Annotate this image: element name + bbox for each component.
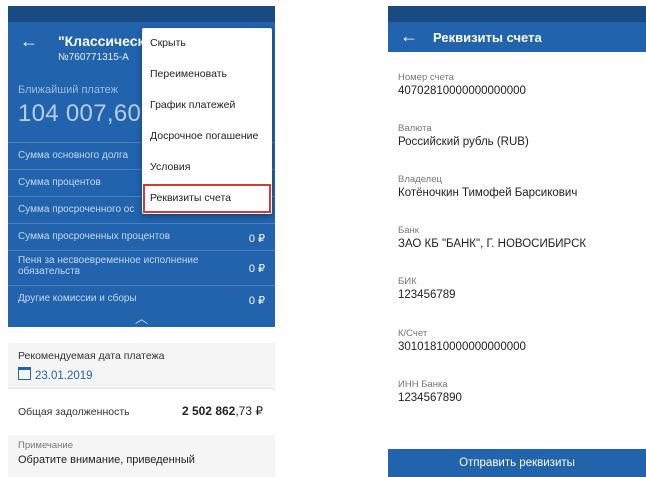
field-owner: Владелец Котёночкин Тимофей Барсикович — [398, 174, 577, 199]
field-label: Номер счета — [398, 72, 454, 83]
menu-item-terms[interactable]: Условия — [142, 152, 272, 183]
status-bar — [8, 6, 275, 22]
recommended-date-label: Рекомендуемая дата платежа — [18, 350, 165, 362]
chevron-up-icon[interactable]: ︿ — [8, 308, 275, 327]
recommended-date-section: Рекомендуемая дата платежа 23.01.2019 — [8, 343, 275, 388]
loan-details-screen: ← "Классически №760771315-A Ближайший пл… — [8, 6, 275, 477]
recommended-date-value: 23.01.2019 — [35, 370, 93, 382]
field-bank: Банк ЗАО КБ "БАНК", Г. НОВОСИБИРСК — [398, 225, 586, 250]
field-label: К/Счет — [398, 328, 428, 339]
menu-item-hide[interactable]: Скрыть — [142, 28, 272, 59]
field-bik: БИК 123456789 — [398, 276, 456, 301]
note-label: Примечание — [18, 440, 73, 451]
field-label: Владелец — [398, 174, 442, 185]
row-value: 0 ₽ — [248, 233, 265, 245]
total-debt-label: Общая задолженность — [18, 406, 130, 418]
send-details-button[interactable]: Отправить реквизиты — [388, 449, 646, 477]
total-debt-section: Общая задолженность 2 502 862,73 ₽ — [8, 388, 275, 435]
page-title: Реквизиты счета — [433, 30, 542, 45]
overflow-menu: Скрыть Переименовать График платежей Дос… — [142, 28, 272, 214]
field-value: ЗАО КБ "БАНК", Г. НОВОСИБИРСК — [398, 238, 587, 250]
field-value: 40702810000000000000 — [398, 85, 526, 97]
note-text: Обратите внимание, приведенный — [18, 454, 195, 466]
note-section: Примечание Обратите внимание, приведенны… — [8, 435, 275, 477]
field-value: 1234567890 — [398, 392, 462, 404]
field-label: Валюта — [398, 123, 432, 134]
field-bank-inn: ИНН Банка 1234567890 — [398, 379, 462, 404]
total-debt-main: 2 502 862 — [181, 404, 236, 418]
calendar-icon — [18, 367, 31, 380]
field-value: Котёночкин Тимофей Барсикович — [398, 187, 578, 199]
app-bar: ← Реквизиты счета — [388, 22, 646, 52]
field-label: БИК — [398, 276, 417, 287]
list-item: Пеня за несвоевременное исполнение обяза… — [8, 250, 275, 285]
field-value: 123456789 — [398, 289, 456, 301]
field-account-number: Номер счета 40702810000000000000 — [398, 72, 526, 97]
row-value: 0 ₽ — [248, 295, 265, 307]
loan-title: "Классически — [58, 33, 154, 49]
row-label: Пеня за несвоевременное исполнение обяза… — [18, 255, 199, 277]
next-payment-amount: 104 007,60 — [18, 100, 142, 127]
menu-item-payment-schedule[interactable]: График платежей — [142, 90, 272, 121]
row-label: Сумма просроченных процентов — [18, 231, 171, 242]
loan-account-number: №760771315-A — [58, 52, 129, 63]
status-bar — [388, 6, 646, 22]
field-currency: Валюта Российский рубль (RUB) — [398, 123, 529, 148]
menu-item-rename[interactable]: Переименовать — [142, 59, 272, 90]
field-corr-account: К/Счет 30101810000000000000 — [398, 328, 526, 353]
field-value: Российский рубль (RUB) — [398, 136, 529, 148]
list-item: Сумма просроченных процентов 0 ₽ — [8, 223, 275, 250]
menu-item-account-details[interactable]: Реквизиты счета — [142, 183, 272, 214]
field-value: 30101810000000000000 — [398, 341, 526, 353]
total-debt-cents: ,73 ₽ — [235, 404, 263, 418]
back-arrow-icon[interactable]: ← — [20, 31, 38, 52]
field-label: Банк — [398, 225, 419, 236]
back-arrow-icon[interactable]: ← — [400, 26, 418, 47]
field-label: ИНН Банка — [398, 379, 448, 390]
next-payment-label: Ближайший платеж — [18, 84, 118, 96]
row-value: 0 ₽ — [248, 263, 265, 275]
account-details-screen: ← Реквизиты счета Номер счета 4070281000… — [388, 6, 646, 477]
menu-item-early-repayment[interactable]: Досрочное погашение — [142, 121, 272, 152]
row-label: Другие комиссии и сборы — [18, 293, 137, 304]
